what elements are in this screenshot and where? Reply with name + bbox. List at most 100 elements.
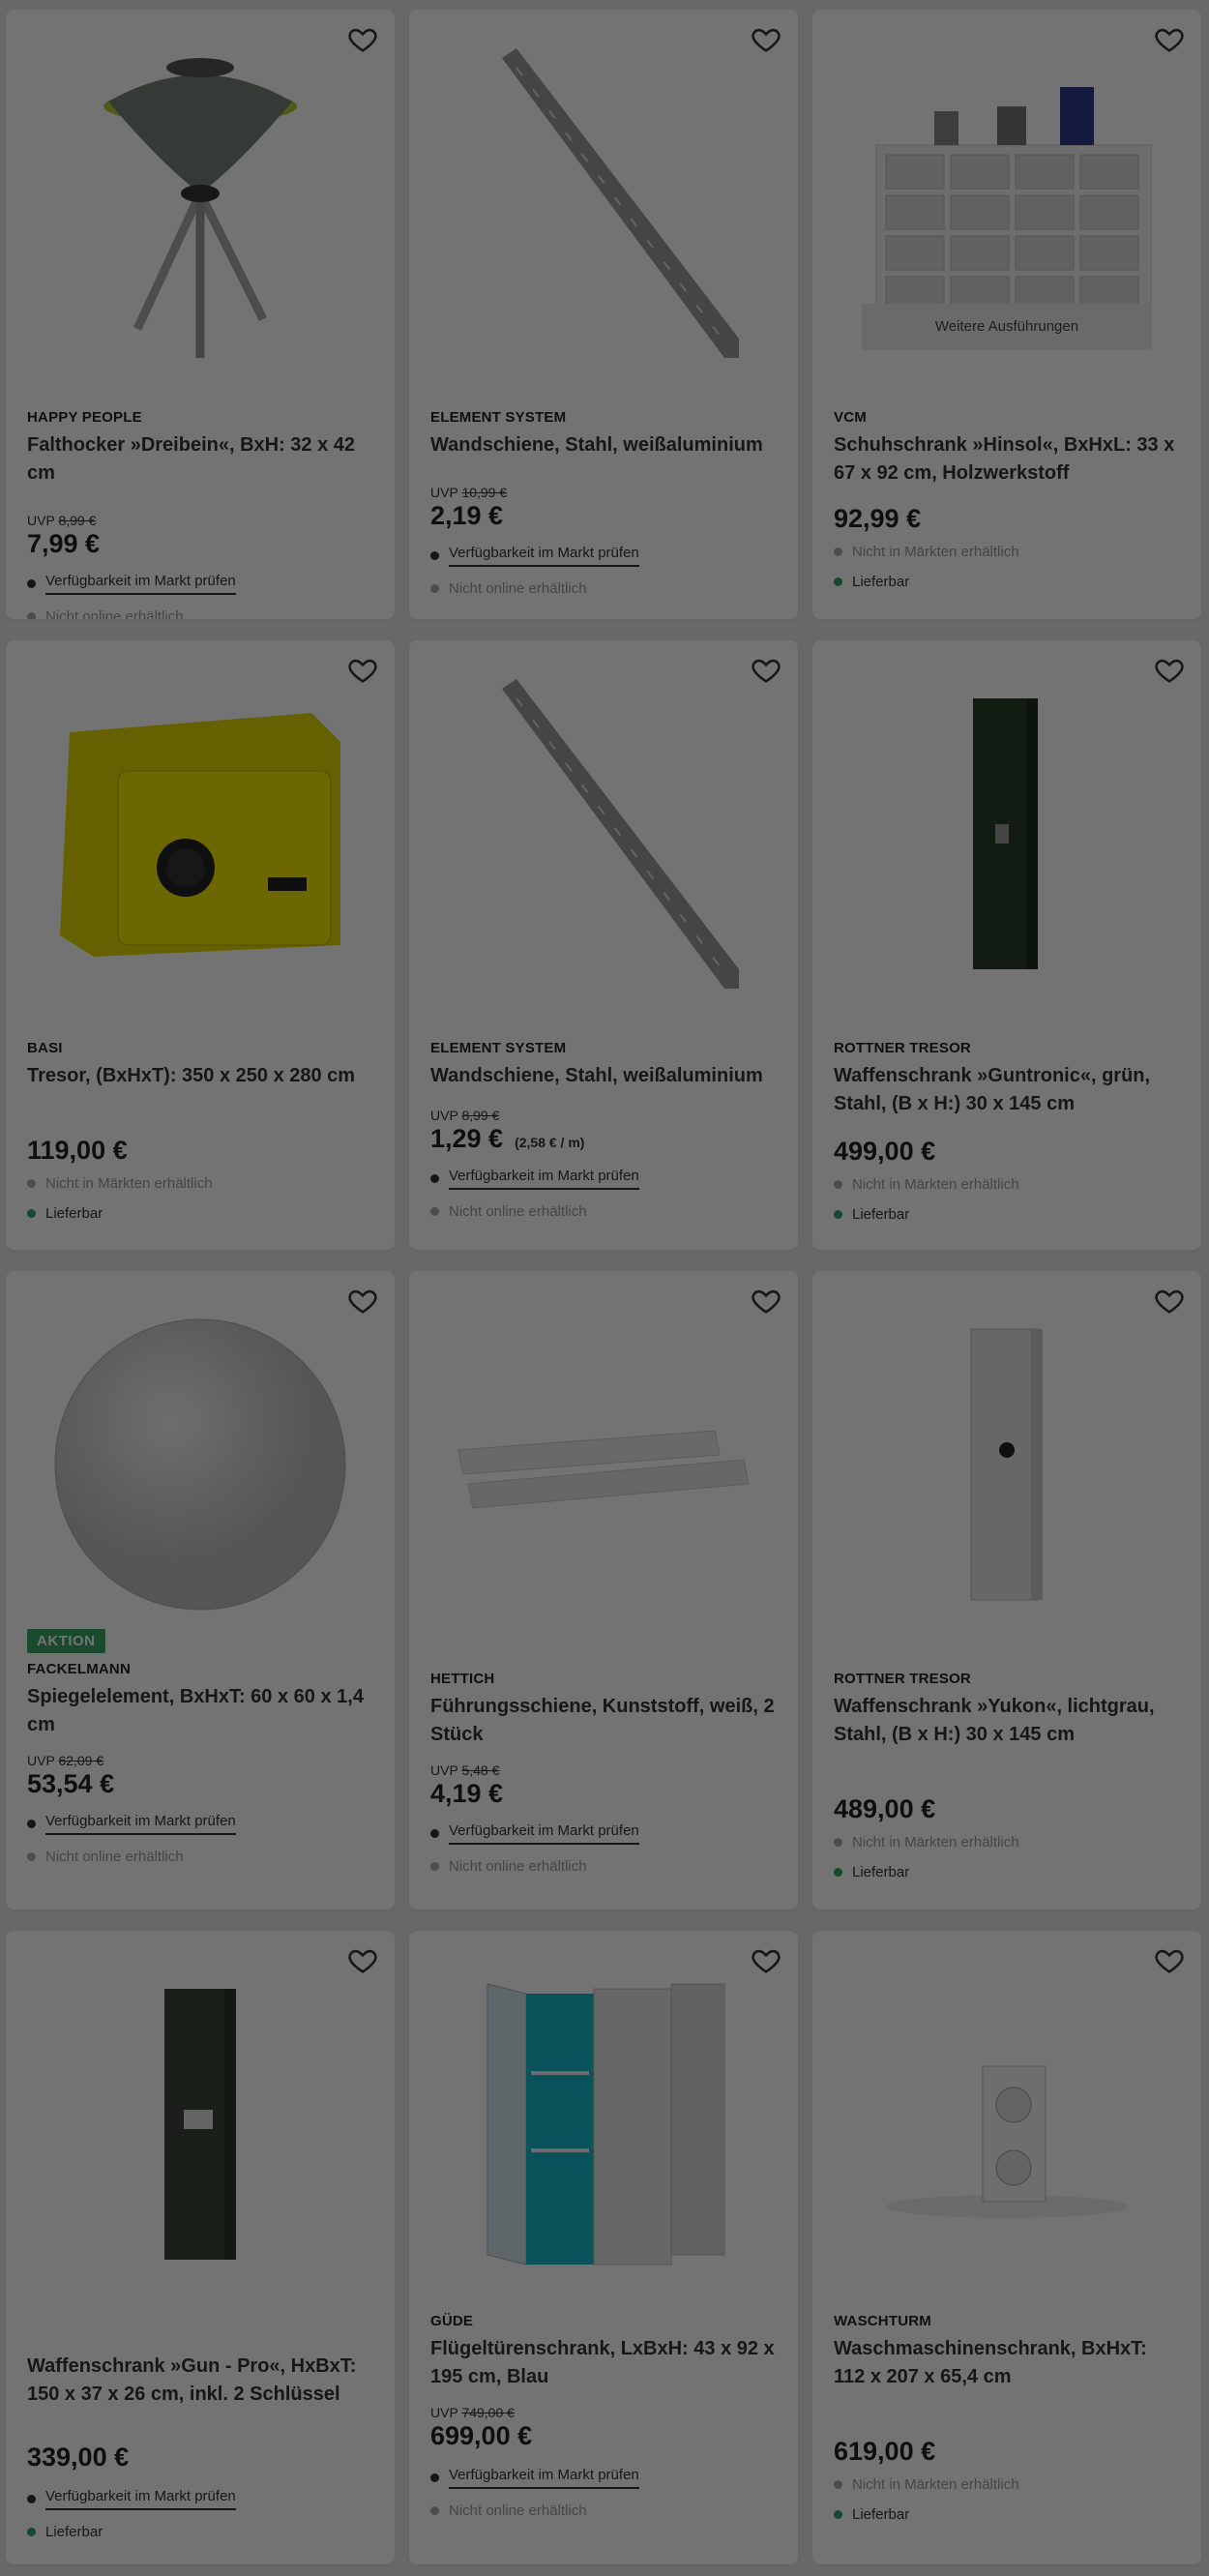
product-card[interactable]: HAPPY PEOPLE Falthocker »Dreibein«, BxH:…: [6, 10, 395, 619]
price: 53,54 €: [27, 1769, 115, 1798]
gun-cabinet-image[interactable]: [812, 669, 1201, 998]
price: 4,19 €: [430, 1779, 504, 1808]
product-info: WASCHTURM Waschmaschinenschrank, BxHxT: …: [834, 2313, 1180, 2523]
brand-label: HETTICH: [430, 1671, 495, 1687]
product-title[interactable]: Wandschiene, Stahl, weißaluminium: [430, 431, 777, 459]
product-title[interactable]: Flügeltürenschrank, LxBxH: 43 x 92 x 195…: [430, 2335, 777, 2391]
product-title[interactable]: Waffenschrank »Guntronic«, grün, Stahl, …: [834, 1062, 1180, 1118]
product-title[interactable]: Waffenschrank »Yukon«, lichtgrau, Stahl,…: [834, 1693, 1180, 1749]
washer-cabinet-image[interactable]: [812, 1960, 1201, 2289]
product-card[interactable]: BASI Tresor, (BxHxT): 350 x 250 x 280 cm…: [6, 640, 395, 1250]
availability-online: Lieferbar: [834, 1864, 1180, 1880]
brand-label: ELEMENT SYSTEM: [430, 409, 567, 426]
product-info: ROTTNER TRESOR Waffenschrank »Guntronic«…: [834, 1040, 1180, 1223]
availability-store: Nicht in Märkten erhältlich: [834, 1834, 1180, 1851]
brand-label: ROTTNER TRESOR: [834, 1040, 971, 1056]
product-info: GÜDE Flügeltürenschrank, LxBxH: 43 x 92 …: [430, 2313, 777, 2519]
guide-rail-image[interactable]: [409, 1300, 798, 1629]
product-card[interactable]: ROTTNER TRESOR Waffenschrank »Guntronic«…: [812, 640, 1201, 1250]
availability-online: Lieferbar: [834, 2506, 1180, 2523]
brand-label: GÜDE: [430, 2313, 474, 2329]
product-info: HAPPY PEOPLE Falthocker »Dreibein«, BxH:…: [27, 409, 373, 619]
uvp-price: UVP 8,99 €: [430, 1108, 500, 1123]
wall-rail-image[interactable]: [409, 39, 798, 368]
check-store-link[interactable]: Verfügbarkeit im Markt prüfen: [45, 573, 236, 595]
availability-online: Lieferbar: [834, 1206, 1180, 1223]
product-card[interactable]: AKTION FACKELMANN Spiegelelement, BxHxT:…: [6, 1271, 395, 1910]
product-card[interactable]: ROTTNER TRESOR Waffenschrank »Yukon«, li…: [812, 1271, 1201, 1910]
gun-pro-cabinet-image[interactable]: [6, 1960, 395, 2289]
availability-online: Lieferbar: [27, 2524, 373, 2540]
wall-rail-image[interactable]: [409, 669, 798, 998]
price: 2,19 €: [430, 501, 504, 530]
price-row: 1,29 € (2,58 € / m): [430, 1123, 777, 1154]
product-info: AKTION FACKELMANN Spiegelelement, BxHxT:…: [27, 1629, 373, 1865]
product-card[interactable]: ELEMENT SYSTEM Wandschiene, Stahl, weißa…: [409, 640, 798, 1250]
availability-store: Verfügbarkeit im Markt prüfen: [27, 2488, 373, 2510]
product-card[interactable]: ELEMENT SYSTEM Wandschiene, Stahl, weißa…: [409, 10, 798, 619]
brand-label: FACKELMANN: [27, 1661, 131, 1677]
price: 489,00 €: [834, 1794, 936, 1823]
grey-gun-cabinet-image[interactable]: [812, 1300, 1201, 1629]
product-title[interactable]: Schuhschrank »Hinsol«, BxHxL: 33 x 67 x …: [834, 431, 1180, 488]
check-store-link[interactable]: Verfügbarkeit im Markt prüfen: [449, 1168, 639, 1190]
price: 699,00 €: [430, 2421, 533, 2450]
availability-store: Verfügbarkeit im Markt prüfen: [430, 545, 777, 567]
availability-store: Verfügbarkeit im Markt prüfen: [27, 1813, 373, 1835]
brand-label: VCM: [834, 409, 867, 426]
product-title[interactable]: Waffenschrank »Gun - Pro«, HxBxT: 150 x …: [27, 2353, 373, 2409]
check-store-link[interactable]: Verfügbarkeit im Markt prüfen: [45, 1813, 236, 1835]
product-card[interactable]: WASCHTURM Waschmaschinenschrank, BxHxT: …: [812, 1931, 1201, 2564]
double-door-cabinet-image[interactable]: [409, 1960, 798, 2289]
availability-store: Verfügbarkeit im Markt prüfen: [430, 2467, 777, 2489]
price: 7,99 €: [27, 529, 101, 558]
availability-store: Verfügbarkeit im Markt prüfen: [430, 1822, 777, 1845]
availability-online: Lieferbar: [834, 574, 1180, 590]
product-info: ELEMENT SYSTEM Wandschiene, Stahl, weißa…: [430, 409, 777, 597]
uvp-price: UVP 749,00 €: [430, 2405, 515, 2420]
uvp-price: UVP 62,09 €: [27, 1753, 104, 1768]
product-card[interactable]: GÜDE Flügeltürenschrank, LxBxH: 43 x 92 …: [409, 1931, 798, 2564]
shoe-cabinet-image[interactable]: Weitere Ausführungen: [812, 68, 1201, 358]
price: 339,00 €: [27, 2443, 130, 2472]
availability-store: Nicht in Märkten erhältlich: [27, 1175, 373, 1192]
availability-store: Verfügbarkeit im Markt prüfen: [430, 1168, 777, 1190]
product-title[interactable]: Falthocker »Dreibein«, BxH: 32 x 42 cm: [27, 431, 373, 488]
product-title[interactable]: Waschmaschinenschrank, BxHxT: 112 x 207 …: [834, 2335, 1180, 2391]
brand-label: HAPPY PEOPLE: [27, 409, 142, 426]
availability-online: Nicht online erhältlich: [430, 580, 777, 597]
round-mirror-image[interactable]: [6, 1300, 395, 1629]
product-card[interactable]: Weitere Ausführungen VCM Schuhschrank »H…: [812, 10, 1201, 619]
safe-image[interactable]: [6, 669, 395, 998]
check-store-link[interactable]: Verfügbarkeit im Markt prüfen: [449, 545, 639, 567]
price: 619,00 €: [834, 2437, 936, 2466]
product-title[interactable]: Spiegelelement, BxHxT: 60 x 60 x 1,4 cm: [27, 1683, 373, 1739]
heart-icon[interactable]: [1153, 23, 1186, 56]
product-title[interactable]: Führungsschiene, Kunststoff, weiß, 2 Stü…: [430, 1693, 777, 1749]
check-store-link[interactable]: Verfügbarkeit im Markt prüfen: [449, 1822, 639, 1845]
product-info: VCM Schuhschrank »Hinsol«, BxHxL: 33 x 6…: [834, 409, 1180, 590]
unit-price: (2,58 € / m): [515, 1135, 585, 1150]
availability-online: Nicht online erhältlich: [430, 1858, 777, 1875]
brand-label: WASCHTURM: [834, 2313, 931, 2329]
price: 499,00 €: [834, 1137, 936, 1166]
brand-label: BASI: [27, 1040, 63, 1056]
product-title[interactable]: Wandschiene, Stahl, weißaluminium: [430, 1062, 777, 1090]
check-store-link[interactable]: Verfügbarkeit im Markt prüfen: [449, 2467, 639, 2489]
availability-store: Nicht in Märkten erhältlich: [834, 2476, 1180, 2493]
brand-label: ELEMENT SYSTEM: [430, 1040, 567, 1056]
product-card[interactable]: HETTICH Führungsschiene, Kunststoff, wei…: [409, 1271, 798, 1910]
product-info: HETTICH Führungsschiene, Kunststoff, wei…: [430, 1671, 777, 1875]
check-store-link[interactable]: Verfügbarkeit im Markt prüfen: [45, 2488, 236, 2510]
price: 92,99 €: [834, 504, 922, 533]
product-info: ELEMENT SYSTEM Wandschiene, Stahl, weißa…: [430, 1040, 777, 1220]
availability-store: Nicht in Märkten erhältlich: [834, 1176, 1180, 1193]
availability-store: Verfügbarkeit im Markt prüfen: [27, 573, 373, 595]
more-variants-button[interactable]: Weitere Ausführungen: [862, 304, 1152, 350]
product-title[interactable]: Tresor, (BxHxT): 350 x 250 x 280 cm: [27, 1062, 373, 1090]
product-info: BASI Tresor, (BxHxT): 350 x 250 x 280 cm…: [27, 1040, 373, 1222]
product-card[interactable]: Waffenschrank »Gun - Pro«, HxBxT: 150 x …: [6, 1931, 395, 2564]
availability-online: Nicht online erhältlich: [430, 1203, 777, 1220]
tripod-stool-image[interactable]: [6, 39, 395, 368]
uvp-price: UVP 5,48 €: [430, 1762, 500, 1778]
